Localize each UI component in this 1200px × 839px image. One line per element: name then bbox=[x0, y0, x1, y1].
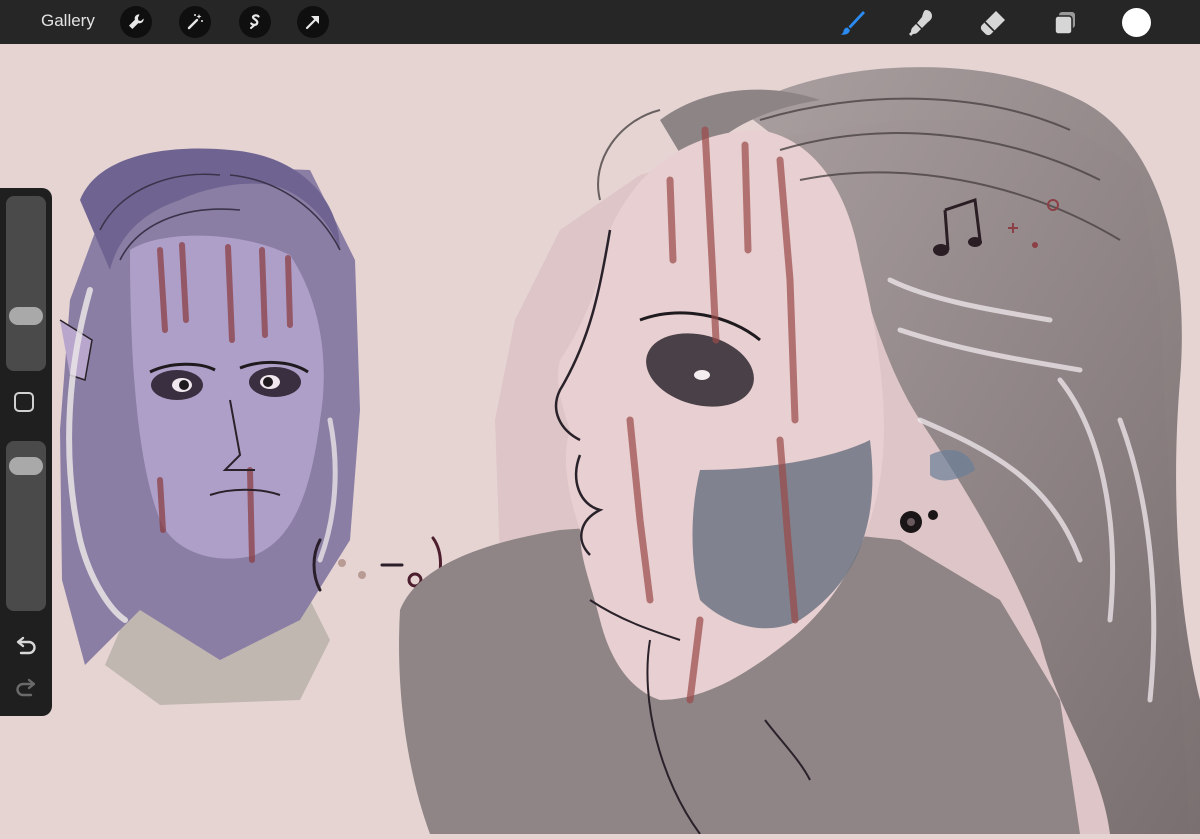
magic-wand-icon bbox=[187, 14, 203, 30]
selection-icon bbox=[250, 14, 260, 29]
left-sidebar bbox=[0, 188, 52, 716]
layers-icon bbox=[1054, 12, 1075, 35]
undo-icon[interactable] bbox=[12, 633, 40, 661]
left-portrait-sketch bbox=[59, 148, 360, 705]
color-swatch[interactable] bbox=[1122, 8, 1151, 37]
drawing-canvas[interactable] bbox=[0, 44, 1200, 835]
layers-button[interactable] bbox=[1049, 7, 1081, 39]
opacity-slider[interactable] bbox=[6, 441, 46, 611]
actions-button[interactable] bbox=[120, 6, 152, 38]
brush-size-slider[interactable] bbox=[6, 196, 46, 371]
eraser-button[interactable] bbox=[977, 7, 1009, 39]
selection-button[interactable] bbox=[239, 6, 271, 38]
brush-icon bbox=[840, 11, 865, 35]
move-arrow-icon bbox=[305, 16, 319, 30]
top-toolbar: Gallery bbox=[0, 0, 1200, 44]
brush-button[interactable] bbox=[836, 7, 868, 39]
redo-icon[interactable] bbox=[12, 675, 40, 703]
opacity-thumb[interactable] bbox=[9, 456, 43, 475]
wrench-icon bbox=[129, 14, 144, 29]
eraser-icon bbox=[980, 11, 1005, 36]
artwork bbox=[59, 67, 1200, 835]
transform-button[interactable] bbox=[297, 6, 329, 38]
brush-size-thumb[interactable] bbox=[9, 307, 43, 326]
smudge-button[interactable] bbox=[906, 7, 938, 39]
adjustments-button[interactable] bbox=[179, 6, 211, 38]
smudge-icon bbox=[909, 10, 932, 36]
right-portrait-sketch bbox=[399, 67, 1200, 835]
gallery-button[interactable]: Gallery bbox=[41, 11, 95, 31]
modify-button[interactable] bbox=[14, 392, 34, 412]
